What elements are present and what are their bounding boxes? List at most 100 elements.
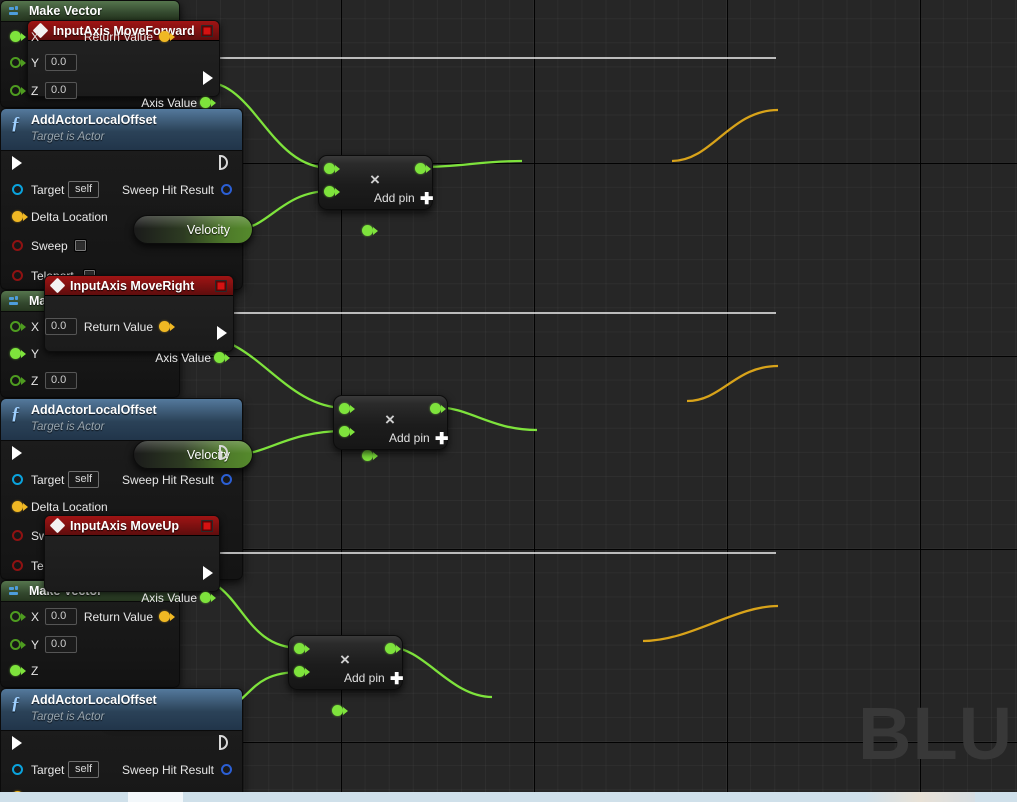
make-vector-z-label: Z <box>31 374 39 388</box>
exec-input-pin[interactable] <box>12 446 22 460</box>
make-vector-x-arrow-icon <box>21 33 26 41</box>
delta-location-input-pin[interactable] <box>12 501 23 512</box>
target-self-field[interactable]: self <box>68 761 100 778</box>
data-wire-mul3 <box>388 645 493 699</box>
multiply-input-pin-b[interactable] <box>339 426 350 437</box>
velocity-output-pin[interactable] <box>332 705 343 716</box>
make-vector-y-pin[interactable] <box>10 57 21 68</box>
make-vector-return-arrow-icon <box>170 33 175 41</box>
data-wire-ret1 <box>671 108 779 163</box>
multiply-output-pin[interactable] <box>415 163 426 174</box>
make-vector-y-input[interactable]: 0.0 <box>45 636 77 653</box>
axis-value-pin-arrow-icon <box>211 594 216 602</box>
make-vector-z-input[interactable]: 0.0 <box>45 372 77 389</box>
exec-output-pin[interactable] <box>203 566 213 580</box>
multiply-output-pin[interactable] <box>430 403 441 414</box>
function-node-header[interactable]: ƒ AddActorLocalOffset Target is Actor <box>1 399 242 441</box>
axis-value-output-pin[interactable] <box>200 592 211 603</box>
add-pin-label[interactable]: Add pin <box>374 191 415 205</box>
event-node-move-right[interactable]: InputAxis MoveRight Axis Value <box>44 275 234 365</box>
function-node-add-actor-local-offset-1[interactable]: ƒ AddActorLocalOffset Target is Actor Ta… <box>0 108 243 290</box>
exec-input-pin[interactable] <box>12 156 22 170</box>
multiply-output-pin[interactable] <box>385 643 396 654</box>
make-vector-z-label: Z <box>31 84 39 98</box>
event-diamond-icon <box>49 277 66 294</box>
make-vector-y-pin[interactable] <box>10 639 21 650</box>
make-vector-x-input[interactable]: 0.0 <box>45 318 77 335</box>
target-input-pin[interactable] <box>12 184 23 195</box>
multiply-operator-label: × <box>385 410 395 429</box>
make-vector-header[interactable]: Make Vector <box>1 1 179 22</box>
make-vector-y-pin[interactable] <box>10 348 21 359</box>
exec-output-pin[interactable] <box>217 326 227 340</box>
function-f-icon: ƒ <box>11 113 20 133</box>
function-node-add-actor-local-offset-3[interactable]: ƒ AddActorLocalOffset Target is Actor Ta… <box>0 688 243 802</box>
target-input-pin[interactable] <box>12 764 23 775</box>
variable-node-velocity[interactable]: Velocity <box>133 440 378 469</box>
variable-node-velocity[interactable]: Velocity <box>133 215 378 244</box>
velocity-pin-arrow-icon <box>373 452 378 460</box>
teleport-input-pin[interactable] <box>12 270 23 281</box>
velocity-output-pin[interactable] <box>362 225 373 236</box>
multiply-input-pin-a[interactable] <box>324 163 335 174</box>
function-f-icon: ƒ <box>11 693 20 713</box>
make-vector-z-pin[interactable] <box>10 375 21 386</box>
target-input-pin[interactable] <box>12 474 23 485</box>
make-vector-z-pin[interactable] <box>10 665 21 676</box>
delta-location-input-pin[interactable] <box>12 211 23 222</box>
sweep-hit-result-output-pin[interactable] <box>221 474 232 485</box>
make-vector-x-pin[interactable] <box>10 611 21 622</box>
velocity-output-pin[interactable] <box>362 450 373 461</box>
multiply-node-1[interactable]: × Add pin ✚ <box>318 155 433 210</box>
multiply-input-pin-a[interactable] <box>339 403 350 414</box>
sweep-label: Sweep <box>31 239 68 253</box>
sweep-checkbox[interactable] <box>74 239 87 252</box>
exec-input-pin[interactable] <box>12 736 22 750</box>
exec-output-pin[interactable] <box>219 735 228 750</box>
exec-output-pin[interactable] <box>203 71 213 85</box>
make-vector-y-input[interactable]: 0.0 <box>45 54 77 71</box>
event-node-header[interactable]: InputAxis MoveRight <box>45 276 233 296</box>
make-vector-z-input[interactable]: 0.0 <box>45 82 77 99</box>
target-self-field[interactable]: self <box>68 181 100 198</box>
red-stop-icon[interactable] <box>201 519 213 532</box>
teleport-input-pin[interactable] <box>12 560 23 571</box>
event-node-move-up[interactable]: InputAxis MoveUp Axis Value <box>44 515 220 605</box>
multiply-input-a-arrow-icon <box>350 405 355 413</box>
make-vector-x-pin[interactable] <box>10 321 21 332</box>
red-stop-icon[interactable] <box>215 279 227 292</box>
make-vector-z-pin[interactable] <box>10 85 21 96</box>
add-pin-label[interactable]: Add pin <box>344 671 385 685</box>
make-vector-x-label: X <box>31 320 40 334</box>
make-vector-x-pin[interactable] <box>10 31 21 42</box>
sweep-hit-result-output-pin[interactable] <box>221 764 232 775</box>
plus-icon[interactable]: ✚ <box>435 432 448 448</box>
multiply-node-2[interactable]: × Add pin ✚ <box>333 395 448 450</box>
multiply-node-3[interactable]: × Add pin ✚ <box>288 635 403 690</box>
sweep-input-pin[interactable] <box>12 530 23 541</box>
variable-label: Velocity <box>186 222 230 237</box>
graph-canvas[interactable]: BLUE In <box>0 0 1017 802</box>
exec-output-pin[interactable] <box>219 155 228 170</box>
sweep-hit-result-output-pin[interactable] <box>221 184 232 195</box>
add-pin-label[interactable]: Add pin <box>389 431 430 445</box>
multiply-input-pin-b[interactable] <box>294 666 305 677</box>
multiply-input-pin-a[interactable] <box>294 643 305 654</box>
make-vector-return-pin[interactable] <box>159 31 170 42</box>
red-stop-icon[interactable] <box>201 24 213 37</box>
event-node-header[interactable]: InputAxis MoveUp <box>45 516 219 536</box>
make-vector-return-pin[interactable] <box>159 321 170 332</box>
axis-value-output-pin[interactable] <box>200 97 211 108</box>
axis-value-output-pin[interactable] <box>214 352 225 363</box>
function-node-header[interactable]: ƒ AddActorLocalOffset Target is Actor <box>1 689 242 731</box>
plus-icon[interactable]: ✚ <box>390 672 403 688</box>
make-vector-return-pin[interactable] <box>159 611 170 622</box>
plus-icon[interactable]: ✚ <box>420 192 433 208</box>
sweep-input-pin[interactable] <box>12 240 23 251</box>
make-vector-x-input[interactable]: 0.0 <box>45 608 77 625</box>
target-label: Target <box>31 763 65 777</box>
target-self-field[interactable]: self <box>68 471 100 488</box>
function-node-header[interactable]: ƒ AddActorLocalOffset Target is Actor <box>1 109 242 151</box>
multiply-input-pin-b[interactable] <box>324 186 335 197</box>
make-vector-x-arrow-icon <box>21 613 26 621</box>
